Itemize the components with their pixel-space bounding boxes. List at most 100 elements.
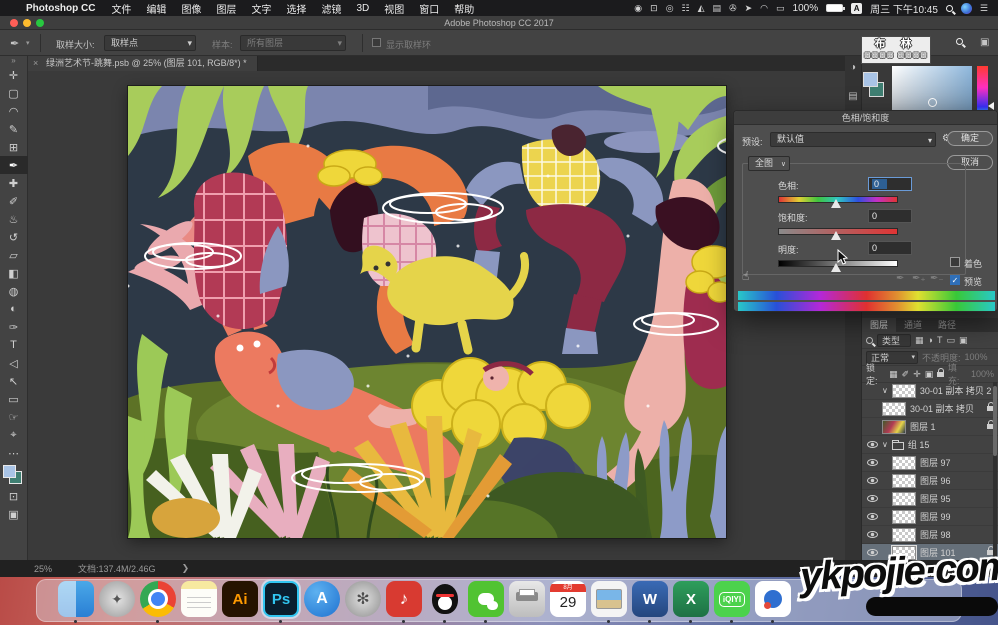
layer-row[interactable]: ∨ 30-01 副本 拷贝 2 (862, 382, 998, 400)
dock-chrome[interactable] (140, 581, 176, 617)
menu-image[interactable]: 图像 (181, 1, 201, 16)
history-brush-tool[interactable]: ↺ (0, 228, 28, 246)
lock-paint-icon[interactable]: ✐ (902, 369, 910, 380)
eye-well[interactable] (866, 495, 878, 502)
lock-artboard-icon[interactable]: ▣ (925, 369, 934, 380)
quick-mask-button[interactable]: ⊡ (0, 487, 28, 505)
dock-illustrator[interactable]: Ai (222, 581, 258, 617)
menu-layer[interactable]: 图层 (216, 1, 236, 16)
eraser-tool[interactable]: ▱ (0, 246, 28, 264)
ps-search-icon[interactable] (956, 38, 963, 45)
hue-value-input[interactable]: 0 (868, 177, 912, 191)
layer-row[interactable]: 图层 96 (862, 472, 998, 490)
color-picker-marker[interactable] (928, 98, 937, 107)
dock-finder[interactable] (58, 581, 94, 617)
dock-calendar[interactable]: 8月29 (550, 581, 586, 617)
stats-icon[interactable]: ☷ (682, 3, 690, 14)
crop-tool[interactable]: ⊞ (0, 138, 28, 156)
panel-foreground-swatch[interactable] (863, 72, 878, 87)
layer-row[interactable]: 图层 1 (862, 418, 998, 436)
layer-thumbnail[interactable] (892, 456, 916, 470)
menu-window[interactable]: 窗口 (419, 1, 439, 16)
lock-move-icon[interactable]: ✛ (913, 369, 921, 380)
menu-edit[interactable]: 编辑 (146, 1, 166, 16)
filter-type-icon[interactable]: T (937, 335, 943, 345)
layer-thumbnail[interactable] (892, 510, 916, 524)
menu-view[interactable]: 视图 (384, 1, 404, 16)
close-document-icon[interactable]: × (33, 56, 38, 71)
document-tab[interactable]: × 绿洲艺术节-跳舞.psb @ 25% (图层 101, RGB/8*) * (28, 56, 258, 71)
zoom-level[interactable]: 25% (34, 564, 52, 574)
filter-adjustment-icon[interactable]: ◑ (928, 335, 933, 345)
menu-select[interactable]: 选择 (286, 1, 306, 16)
spotlight-search-icon[interactable] (946, 5, 953, 12)
eye-icon[interactable] (867, 531, 878, 538)
toolbar-collapse-icon[interactable]: » (11, 56, 15, 66)
layer-thumbnail[interactable] (892, 474, 916, 488)
layers-scrollbar[interactable] (993, 382, 997, 558)
filter-pixel-icon[interactable]: ▦ (915, 335, 924, 346)
tab-layers[interactable]: 图层 (862, 318, 896, 332)
menu-type[interactable]: 文字 (251, 1, 271, 16)
scrollbar-thumb[interactable] (993, 386, 997, 456)
rectangle-tool[interactable]: ▭ (0, 390, 28, 408)
screen-mode-button[interactable]: ▣ (0, 505, 28, 523)
colorize-checkbox[interactable] (950, 257, 960, 267)
move-tool[interactable]: ✛ (0, 66, 28, 84)
keystroke-icon[interactable]: ◎ (666, 3, 674, 14)
tab-paths[interactable]: 路径 (930, 318, 964, 332)
dock-baidu-netdisk[interactable] (755, 581, 791, 617)
direct-selection-tool[interactable]: ↖ (0, 372, 28, 390)
workspace-panel-icon[interactable]: ▣ (980, 37, 989, 48)
siri-icon[interactable] (961, 3, 972, 14)
ok-button[interactable]: 确定 (947, 131, 993, 146)
eyedropper-subtract-icon[interactable]: ✒₋ (930, 273, 944, 284)
layer-filter-search-icon[interactable] (866, 337, 873, 344)
menu-clock[interactable]: 周三 下午10:45 (870, 1, 938, 16)
filter-smart-object-icon[interactable]: ▣ (959, 335, 968, 346)
tab-channels[interactable]: 通道 (896, 318, 930, 332)
zoom-window-button[interactable] (36, 19, 44, 27)
eye-icon[interactable] (867, 495, 878, 502)
adjustments-panel-icon[interactable]: ◑ (845, 62, 861, 73)
saturation-slider-thumb[interactable] (831, 231, 841, 240)
eye-icon[interactable] (867, 441, 878, 448)
menu-3d[interactable]: 3D (356, 3, 369, 14)
layer-thumbnail[interactable] (882, 402, 906, 416)
hand-tool[interactable]: ☞ (0, 408, 28, 426)
properties-panel-icon[interactable]: ▤ (845, 91, 861, 102)
dock-word[interactable]: W (632, 581, 668, 617)
current-tool-icon[interactable]: ✒ (10, 37, 19, 50)
pen-tool[interactable]: ✑ (0, 318, 28, 336)
foreground-color-swatch[interactable] (3, 465, 16, 478)
hue-bar-vertical[interactable] (977, 66, 988, 114)
clone-stamp-tool[interactable]: ♨ (0, 210, 28, 228)
eye-icon[interactable] (867, 477, 878, 484)
tool-preset-arrow-icon[interactable]: ▾ (26, 39, 30, 47)
quick-selection-tool[interactable]: ✎ (0, 120, 28, 138)
dock-notes[interactable] (181, 581, 217, 617)
filter-shape-icon[interactable]: ▭ (946, 335, 955, 346)
dock-excel[interactable]: X (673, 581, 709, 617)
blur-tool[interactable]: ◍ (0, 282, 28, 300)
layer-thumbnail[interactable] (892, 492, 916, 506)
layer-group-row[interactable]: ∨ 组 15 (862, 436, 998, 454)
airplay-icon[interactable]: ▭ (776, 3, 785, 14)
eye-well[interactable] (866, 441, 878, 448)
minimize-window-button[interactable] (23, 19, 31, 27)
display-icon[interactable]: ⊡ (650, 3, 658, 14)
hue-bar-marker[interactable] (988, 102, 994, 110)
eye-well[interactable] (866, 477, 878, 484)
eye-well[interactable] (866, 531, 878, 538)
path-selection-tool[interactable]: ◁ (0, 354, 28, 372)
vpn-icon[interactable]: ◭ (698, 3, 705, 14)
zoom-tool[interactable]: ⌖ (0, 426, 28, 444)
healing-brush-tool[interactable]: ✚ (0, 174, 28, 192)
chevron-down-icon[interactable]: ∨ (882, 440, 888, 449)
eye-icon[interactable] (867, 459, 878, 466)
wifi-icon[interactable]: ◠ (760, 3, 768, 14)
layer-filter-select[interactable]: 类型 (877, 334, 911, 347)
eyedropper-tool[interactable]: ✒ (0, 156, 28, 174)
dock-qq[interactable] (427, 581, 463, 617)
canvas-area[interactable] (28, 71, 845, 560)
